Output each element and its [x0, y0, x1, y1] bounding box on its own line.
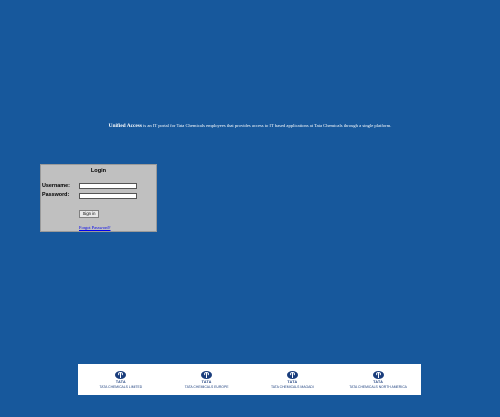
- company-name: TATA CHEMICALS NORTH AMERICA: [349, 384, 407, 389]
- username-label: Username:: [42, 183, 70, 189]
- company-logo-limited[interactable]: TATA TATA CHEMICALS LIMITED: [81, 370, 161, 389]
- company-logo-north-america[interactable]: TATA TATA CHEMICALS NORTH AMERICA: [338, 370, 418, 389]
- company-logo-europe[interactable]: TATA TATA CHEMICALS EUROPE: [167, 370, 247, 389]
- forgot-password-link[interactable]: Forgot Password?: [79, 225, 111, 230]
- company-name: TATA CHEMICALS EUROPE: [184, 384, 229, 389]
- intro-brand: Unified Access: [108, 123, 142, 129]
- tata-logo-word: TATA: [287, 379, 298, 384]
- portal-page: { "intro": { "brand": "Unified Access", …: [0, 0, 500, 417]
- company-name: TATA CHEMICALS MAGADI: [270, 384, 314, 389]
- tata-logo-word: TATA: [115, 379, 126, 384]
- username-input[interactable]: [79, 183, 137, 189]
- tata-logo-icon: [372, 370, 384, 379]
- login-panel: Login Username: Password: Sign in Forgot…: [40, 164, 157, 232]
- intro-text: Unified Access is an IT portal for Tata …: [0, 123, 500, 129]
- password-input[interactable]: [79, 193, 137, 199]
- tata-logo-word: TATA: [373, 379, 384, 384]
- tata-logo-icon: [201, 370, 213, 379]
- company-logo-strip: TATA TATA CHEMICALS LIMITED TATA TATA CH…: [78, 364, 421, 395]
- password-label: Password:: [42, 192, 70, 198]
- intro-description: is an IT portal for Tata Chemicals emplo…: [141, 123, 392, 128]
- tata-logo-icon: [115, 370, 127, 379]
- sign-in-button[interactable]: Sign in: [79, 210, 99, 218]
- company-logo-magadi[interactable]: TATA TATA CHEMICALS MAGADI: [252, 370, 332, 389]
- tata-logo-icon: [286, 370, 298, 379]
- company-name: TATA CHEMICALS LIMITED: [99, 384, 143, 389]
- tata-logo-word: TATA: [201, 379, 212, 384]
- login-title: Login: [90, 168, 107, 174]
